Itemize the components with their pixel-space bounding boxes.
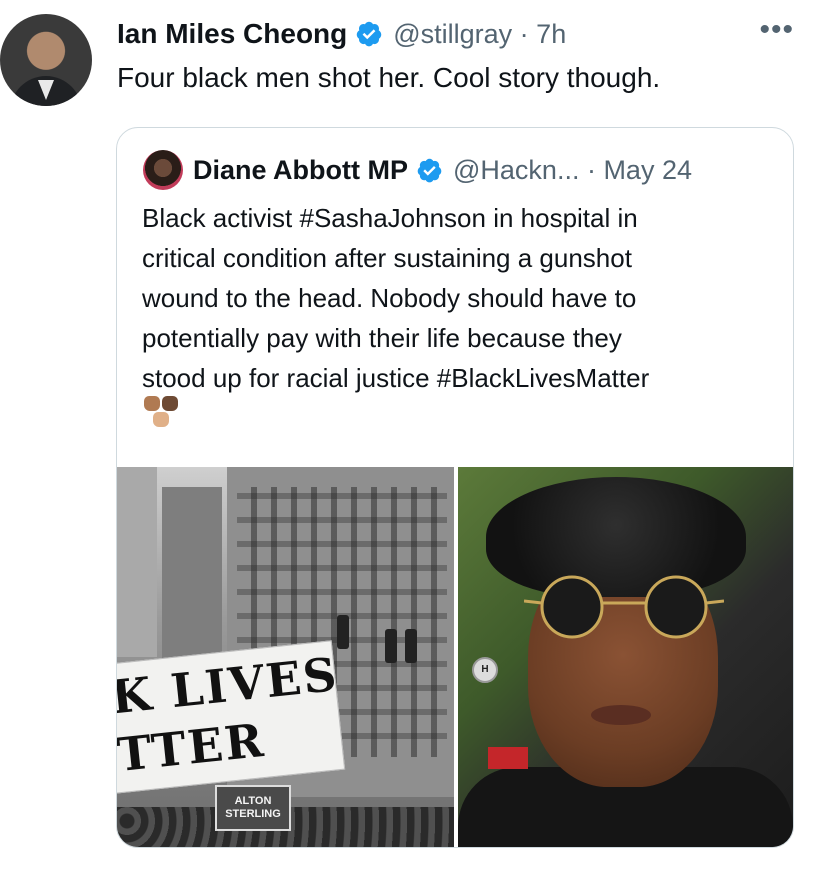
sign-text-line-1: ALTON	[234, 795, 272, 807]
author-avatar[interactable]	[0, 14, 92, 106]
tweet-text: Four black men shot her. Cool story thou…	[117, 62, 661, 93]
verified-badge-icon	[357, 21, 382, 47]
quoted-author-handle-time: @Hackn... · May 24	[453, 154, 692, 185]
sunglasses-icon	[524, 575, 724, 639]
tweet-header: Ian Miles Cheong @stillgray · 7h	[117, 14, 566, 54]
protest-photo[interactable]: K LIVES TTER ALTON STERLING	[117, 467, 454, 847]
quoted-author-name: Diane Abbott MP	[193, 154, 408, 185]
verified-badge-icon	[417, 158, 442, 182]
author-handle-time[interactable]: @stillgray · 7h	[393, 19, 566, 50]
banner-text-line-1: K LIVES	[117, 646, 341, 725]
banner-text-line-2: TTER	[117, 712, 268, 783]
quoted-tweet-media[interactable]: K LIVES TTER ALTON STERLING H	[117, 467, 793, 847]
quoted-tweet-header: Diane Abbott MP @Hackn... · May 24	[143, 150, 692, 190]
raised-fist-emoji-icon	[144, 396, 184, 436]
protest-banner: K LIVES TTER	[117, 640, 346, 794]
portrait-photo[interactable]: H	[458, 467, 793, 847]
red-patch	[488, 747, 528, 769]
quoted-tweet[interactable]: Diane Abbott MP @Hackn... · May 24 Black…	[116, 127, 794, 848]
pin-badge: H	[472, 657, 498, 683]
more-options-icon[interactable]: •••	[759, 15, 794, 45]
sign-text-line-2: STERLING	[225, 808, 281, 820]
protest-sign: ALTON STERLING	[215, 785, 291, 831]
author-name[interactable]: Ian Miles Cheong	[117, 18, 347, 50]
portrait-lips	[591, 705, 651, 725]
quoted-tweet-text: Black activist #SashaJohnson in hospital…	[142, 203, 650, 393]
quoted-author-avatar	[143, 150, 183, 190]
